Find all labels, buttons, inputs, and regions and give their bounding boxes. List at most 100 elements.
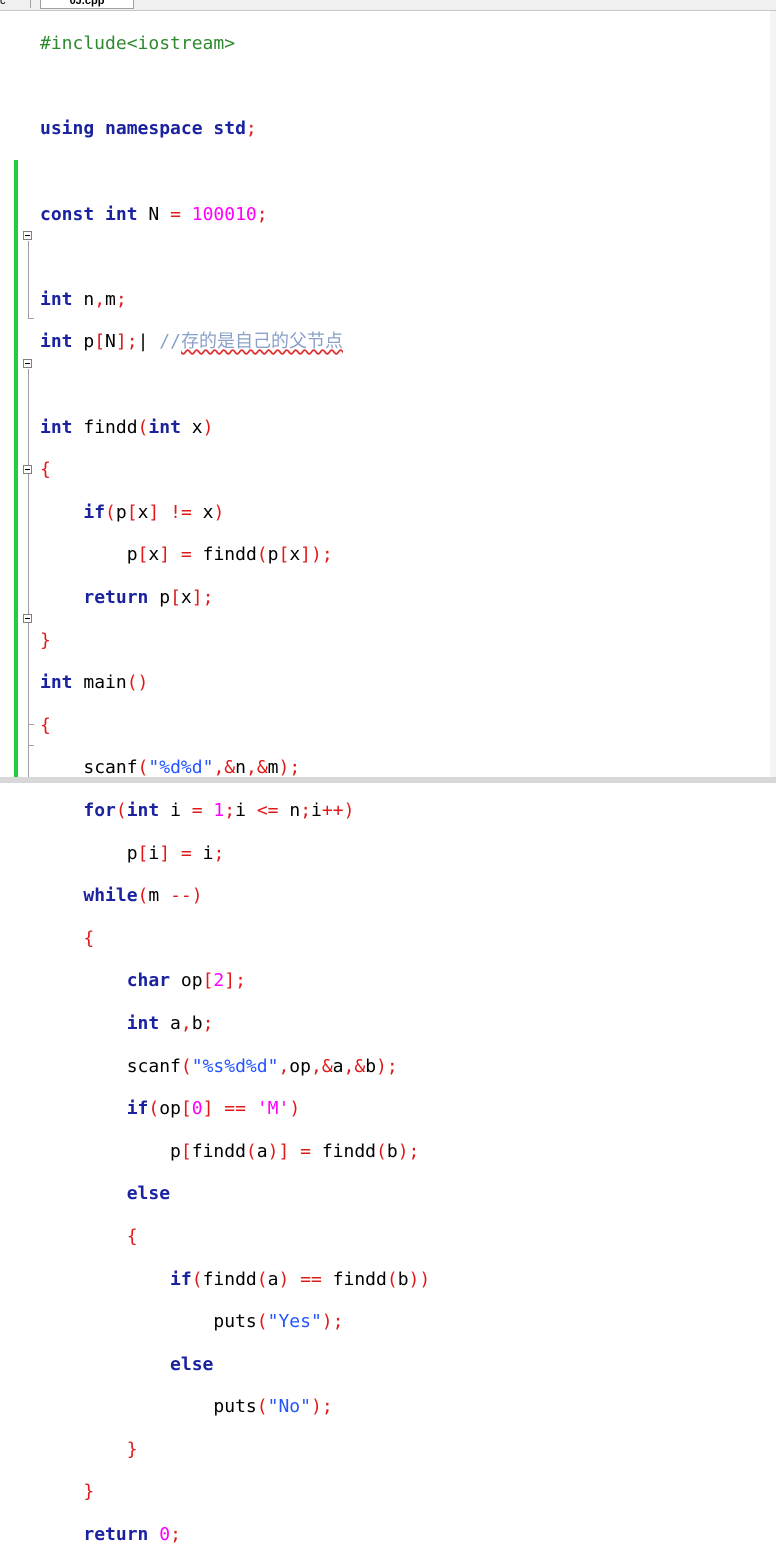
code-token: N	[137, 203, 171, 225]
code-token: ;	[321, 544, 333, 566]
code-token: p	[267, 544, 279, 566]
code-token: ;	[332, 1311, 344, 1333]
code-line-14: return p[x];	[40, 587, 430, 608]
fold-end	[28, 724, 34, 725]
code-token: =	[180, 842, 192, 864]
code-token: &	[321, 1055, 333, 1077]
code-token: ;	[235, 970, 246, 992]
code-token: ]	[115, 331, 127, 353]
fold-toggle-while[interactable]	[23, 465, 32, 474]
code-line-20: p[i] = i;	[40, 843, 430, 864]
code-token: ,	[245, 757, 257, 779]
code-token: main	[72, 672, 127, 694]
code-token: (	[105, 501, 116, 523]
code-token: findd	[321, 1268, 387, 1290]
code-token: (	[148, 1098, 160, 1120]
code-token: ]	[159, 544, 171, 566]
code-token: else	[126, 1183, 171, 1205]
code-token: ;	[202, 587, 214, 609]
code-token: i	[191, 842, 214, 864]
code-token: puts	[213, 1311, 257, 1333]
fold-toggle-else[interactable]	[23, 614, 32, 623]
code-token: N	[105, 331, 116, 353]
code-editor[interactable]: #include<iostream> using namespace std; …	[40, 12, 430, 1566]
code-token: int	[148, 416, 181, 438]
code-token: ;	[289, 757, 301, 779]
code-line-21: while(m --)	[40, 885, 430, 906]
code-token: int	[40, 331, 73, 353]
code-token: return	[83, 587, 149, 609]
fold-toggle-findd[interactable]	[23, 231, 32, 240]
code-token: )	[191, 885, 203, 907]
code-line-33: puts("No");	[40, 1396, 430, 1417]
code-token: int	[40, 288, 73, 310]
code-token: "	[191, 1055, 203, 1077]
code-token: =	[170, 203, 181, 225]
code-token: (	[256, 1311, 268, 1333]
code-line-22: {	[40, 928, 430, 949]
code-token: !=	[170, 501, 192, 523]
code-token: =	[191, 799, 203, 821]
code-token: )	[310, 1396, 322, 1418]
code-token: "	[202, 757, 214, 779]
fold-end	[28, 318, 34, 319]
code-token: [	[94, 331, 106, 353]
code-token: char	[126, 970, 171, 992]
code-token: )	[278, 757, 290, 779]
code-token: int	[126, 799, 160, 821]
code-token: (	[137, 885, 149, 907]
code-token: m	[148, 885, 171, 907]
code-token: {	[83, 927, 95, 949]
code-line-34: }	[40, 1439, 430, 1460]
code-token: ,	[343, 1055, 355, 1077]
code-token: (	[115, 799, 127, 821]
code-line-26: if(op[0] == 'M')	[40, 1098, 430, 1119]
code-token: x	[137, 501, 149, 523]
text-cursor: |	[137, 331, 149, 353]
fold-line	[28, 241, 29, 318]
code-token: int	[126, 1012, 160, 1034]
code-line-10: int findd(int x)	[40, 417, 430, 438]
code-token: b	[397, 1268, 409, 1290]
code-token: m	[105, 288, 116, 310]
vertical-scrollbar[interactable]	[770, 11, 776, 783]
code-token: 1	[202, 799, 225, 821]
tab-previous[interactable]: c	[0, 0, 31, 8]
code-token: "	[267, 1055, 279, 1077]
code-line-5: const int N = 100010;	[40, 204, 430, 225]
code-token: )	[202, 416, 214, 438]
code-token: (	[256, 1268, 268, 1290]
code-token: Yes	[278, 1311, 311, 1333]
code-token: ==	[224, 1098, 246, 1120]
code-token: &	[354, 1055, 366, 1077]
horizontal-scrollbar[interactable]	[0, 777, 776, 783]
fold-toggle-main[interactable]	[23, 359, 32, 368]
code-token: }	[83, 1481, 95, 1503]
code-token: p	[126, 544, 138, 566]
code-line-12: if(p[x] != x)	[40, 502, 430, 523]
code-token: =	[300, 1140, 311, 1162]
code-token: b	[191, 1012, 203, 1034]
fold-end	[28, 745, 34, 746]
code-token: )	[278, 1268, 290, 1290]
code-token: p	[72, 331, 95, 353]
code-token: (	[137, 757, 149, 779]
code-line-31: puts("Yes");	[40, 1311, 430, 1332]
code-token: ;	[170, 1524, 181, 1546]
code-token: (	[191, 1268, 203, 1290]
tab-active-file[interactable]: 0J.cpp	[40, 0, 134, 9]
code-token: %s%d%d	[202, 1055, 268, 1077]
code-token: findd	[310, 1140, 377, 1162]
code-token: &	[224, 757, 236, 779]
code-token: op	[289, 1055, 311, 1077]
code-token: 0	[148, 1524, 171, 1546]
code-line-36: return 0;	[40, 1524, 430, 1545]
code-token: {	[40, 714, 51, 736]
code-token: i	[311, 799, 322, 821]
code-token: "	[148, 757, 160, 779]
code-token: (	[137, 416, 149, 438]
code-token: n	[235, 757, 246, 779]
code-token: "	[267, 1396, 279, 1418]
